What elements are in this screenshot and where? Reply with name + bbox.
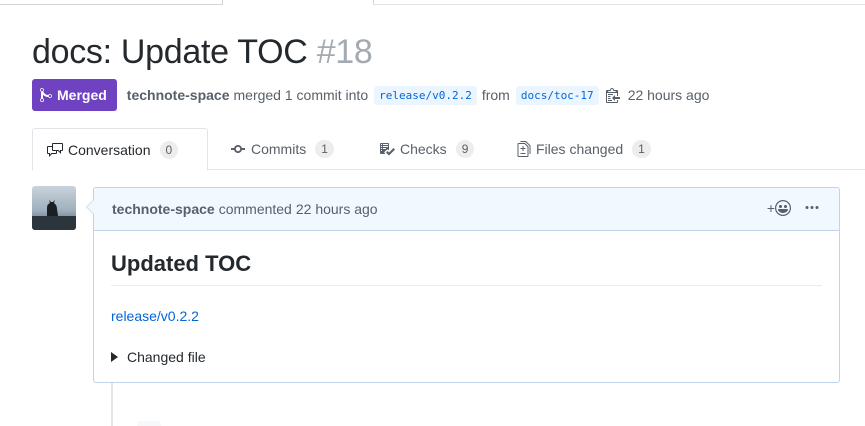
comment-actions: + (767, 200, 819, 216)
copy-branch-button[interactable] (605, 87, 620, 103)
tab-files-changed-label: Files changed (536, 141, 624, 157)
tab-files-changed-count: 1 (632, 140, 651, 158)
top-nav-strip (0, 0, 865, 5)
pr-time: 22 hours ago (627, 87, 710, 103)
pr-title: docs: Update TOC #18 (32, 33, 373, 72)
smiley-icon (775, 200, 791, 216)
top-nav-left (0, 0, 222, 5)
state-badge: Merged (32, 79, 117, 111)
base-branch[interactable]: release/v0.2.2 (374, 85, 477, 105)
tab-checks-count: 9 (455, 140, 475, 158)
add-reaction-button[interactable]: + (767, 200, 791, 216)
git-merge-icon (40, 87, 52, 103)
kebab-horizontal-icon (805, 206, 819, 209)
tab-commits-label: Commits (251, 141, 307, 157)
comment-author-link[interactable]: technote-space (112, 201, 215, 217)
checklist-icon (379, 141, 395, 157)
timeline-item-avatar (137, 421, 161, 426)
comment-header: technote-space commented 22 hours ago + (94, 188, 839, 231)
pr-meta: Merged technote-space merged 1 commit in… (32, 79, 709, 111)
kebab-menu-button[interactable] (805, 200, 819, 216)
comment-box: technote-space commented 22 hours ago + … (86, 187, 840, 383)
comment-body: Updated TOC release/v0.2.2 Changed file (94, 251, 839, 365)
file-diff-icon (517, 141, 531, 157)
branch-link[interactable]: release/v0.2.2 (111, 308, 199, 324)
tab-files-changed[interactable]: Files changed 1 (517, 128, 651, 170)
triangle-right-icon (111, 352, 118, 362)
comment-time-link[interactable]: 22 hours ago (296, 201, 378, 217)
pr-action-text: merged 1 commit into (233, 87, 369, 103)
tab-conversation-count: 0 (159, 140, 179, 159)
comment-heading: Updated TOC (111, 251, 822, 286)
from-text: from (481, 87, 510, 103)
pr-title-text: docs: Update TOC (32, 33, 308, 71)
changed-file-details[interactable]: Changed file (111, 349, 822, 365)
pr-number: #18 (316, 33, 373, 71)
head-branch[interactable]: docs/toc-17 (515, 85, 599, 105)
state-label: Merged (57, 87, 107, 103)
clippy-icon (605, 88, 620, 103)
tab-commits-count: 1 (315, 140, 334, 158)
details-summary: Changed file (127, 349, 206, 365)
tab-commits[interactable]: Commits 1 (230, 128, 334, 170)
pr-author-link[interactable]: technote-space (127, 87, 230, 103)
reaction-plus: + (766, 200, 775, 216)
top-nav-selected-tab[interactable] (222, 0, 374, 5)
tab-conversation-label: Conversation (68, 141, 151, 158)
pr-tabs: Conversation 0 Commits 1 Checks 9 Files … (32, 128, 865, 171)
tab-checks-label: Checks (400, 141, 447, 157)
avatar[interactable] (32, 186, 76, 230)
comment-discussion-icon (47, 142, 63, 158)
tab-conversation[interactable]: Conversation 0 (32, 128, 208, 171)
git-commit-icon (230, 141, 246, 157)
comment-action: commented (218, 201, 292, 217)
tab-checks[interactable]: Checks 9 (379, 128, 475, 170)
timeline-line (111, 382, 113, 426)
